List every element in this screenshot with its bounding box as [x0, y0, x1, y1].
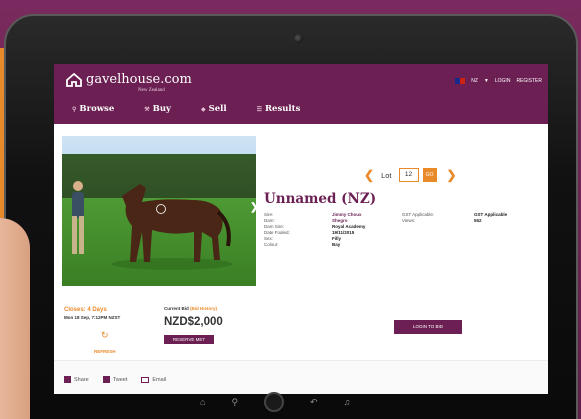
lot-number-input[interactable]: 12 — [398, 168, 419, 182]
closes-date: Mon 18 Sep, 7:12PM NZST — [64, 315, 121, 320]
bid-history-link[interactable]: (Bid History) — [190, 306, 217, 311]
home-icon[interactable]: ⌂ — [200, 397, 205, 407]
detail-label: Dam: — [264, 218, 275, 223]
nav-buy[interactable]: ⚒ Buy — [144, 104, 171, 114]
detail-label: Views: — [402, 218, 416, 223]
lot-label: Lot — [381, 170, 392, 180]
camera-icon — [294, 34, 303, 43]
nav-label: Buy — [152, 104, 171, 114]
detail-label: Date Foaled: — [264, 230, 290, 235]
current-bid-amount: NZD$2,000 — [164, 316, 223, 328]
nav-label: Browse — [79, 104, 115, 114]
nav-results[interactable]: ☰ Results — [257, 104, 301, 114]
detail-value: Filly — [332, 236, 342, 241]
detail-label: Sex: — [264, 236, 274, 241]
logo-subtitle: New Zealand — [138, 88, 165, 93]
refresh-label: REFRESH — [94, 349, 116, 354]
current-bid-text: Current Bid — [164, 306, 189, 311]
logo-text: gavelhouse.com — [86, 72, 192, 87]
detail-value: 19/11/2015 — [332, 230, 355, 235]
refresh-button[interactable]: ↻ REFRESH — [94, 330, 116, 358]
detail-label: Dam Sire: — [264, 224, 285, 229]
email-label: Email — [152, 376, 167, 383]
facebook-icon — [64, 376, 71, 383]
zoom-icon[interactable] — [156, 204, 166, 214]
share-label: Share — [74, 376, 89, 383]
detail-dam-link[interactable]: Shegro — [332, 218, 402, 223]
nav-label: Results — [264, 104, 301, 114]
detail-value: 552 — [474, 218, 482, 223]
share-links: Share Tweet Email — [64, 376, 166, 383]
email-button[interactable]: Email — [141, 376, 166, 383]
detail-label: Sire: — [264, 212, 274, 217]
nav-label: Sell — [208, 104, 227, 114]
account-bar: NZ ▼ LOGIN REGISTER — [455, 78, 542, 84]
chevron-down-icon[interactable]: ▼ — [484, 78, 489, 84]
tweet-button[interactable]: Tweet — [102, 376, 128, 383]
detail-value: GST Applicable — [474, 212, 508, 217]
prev-lot-icon[interactable]: ❮ — [364, 168, 374, 182]
site-logo[interactable]: gavelhouse.com — [66, 72, 192, 87]
horse-photo[interactable]: ❯ — [62, 136, 256, 286]
refresh-icon: ↻ — [100, 330, 109, 340]
tablet-frame: gavelhouse.com New Zealand NZ ▼ LOGIN RE… — [4, 14, 578, 419]
detail-label: GST Applicable: — [402, 212, 435, 217]
home-button[interactable] — [264, 392, 285, 412]
next-lot-icon[interactable]: ❯ — [447, 168, 457, 182]
house-icon — [66, 72, 82, 87]
closes-countdown: Closes: 4 Days — [64, 307, 107, 313]
system-bar: ⌂ ⚲ ↶ ♫ — [200, 392, 350, 412]
detail-value: Royal Academy — [332, 224, 366, 229]
register-link[interactable]: REGISTER — [516, 78, 542, 84]
list-icon: ☰ — [256, 105, 262, 113]
gavel-icon: ⚒ — [144, 105, 150, 113]
detail-sire-link[interactable]: Jimmy Choux — [332, 212, 402, 217]
twitter-icon — [102, 376, 110, 383]
nav-sell[interactable]: ◆ Sell — [201, 104, 227, 114]
next-photo-icon[interactable]: ❯ — [250, 202, 256, 213]
main-nav: ⚲ Browse ⚒ Buy ◆ Sell ☰ Results — [72, 104, 300, 114]
reserve-met-badge: RESERVE MET — [164, 335, 214, 344]
listing-title: Unnamed (NZ) — [264, 191, 377, 207]
flag-icon[interactable] — [455, 78, 466, 84]
current-bid-label: Current Bid (Bid History) — [164, 306, 217, 311]
nav-browse[interactable]: ⚲ Browse — [72, 104, 114, 114]
search-icon[interactable]: ⚲ — [231, 397, 238, 408]
search-icon: ⚲ — [72, 105, 77, 113]
share-button[interactable]: Share — [64, 376, 89, 383]
tag-icon: ◆ — [200, 105, 206, 113]
site-header: gavelhouse.com New Zealand NZ ▼ LOGIN RE… — [54, 64, 548, 124]
tweet-label: Tweet — [112, 376, 128, 383]
lot-go-button[interactable]: GO — [422, 168, 437, 182]
screen: gavelhouse.com New Zealand NZ ▼ LOGIN RE… — [54, 64, 548, 394]
login-link[interactable]: LOGIN — [495, 78, 511, 84]
login-to-bid-button[interactable]: LOGIN TO BID — [394, 320, 462, 334]
volume-icon[interactable]: ♫ — [344, 397, 351, 407]
envelope-icon — [141, 376, 150, 383]
back-icon[interactable]: ↶ — [310, 397, 318, 408]
hand — [0, 218, 30, 419]
detail-value: Bay — [332, 242, 341, 247]
lot-selector: ❮ Lot 12 GO ❯ — [364, 168, 457, 182]
country-select[interactable]: NZ — [471, 78, 478, 84]
detail-label: Colour: — [264, 242, 279, 247]
listing-details: Sire: Jimmy Choux GST Applicable: GST Ap… — [264, 212, 540, 247]
